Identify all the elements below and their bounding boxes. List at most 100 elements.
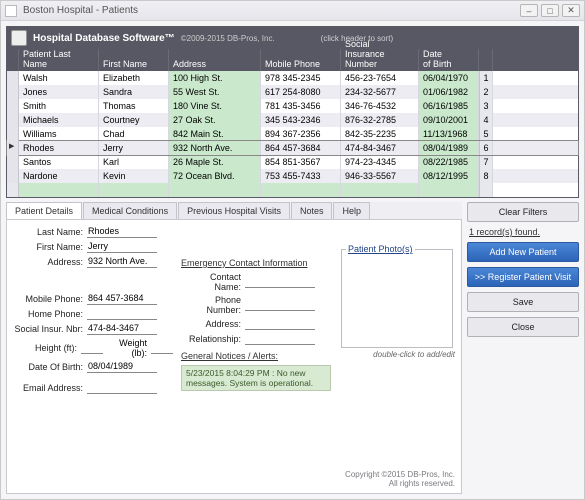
table-row[interactable]: JonesSandra55 West St.617 254-8080234-32… — [7, 85, 578, 99]
cell-last-name[interactable]: Williams — [19, 127, 99, 141]
cell-address[interactable]: 100 High St. — [169, 71, 261, 85]
clear-filters-button[interactable]: Clear Filters — [467, 202, 579, 222]
col-ssn[interactable]: Social Insurance Number — [341, 49, 419, 71]
filter-row[interactable] — [7, 183, 578, 197]
row-selector[interactable] — [7, 155, 19, 169]
cell-address[interactable]: 55 West St. — [169, 85, 261, 99]
cell-dob[interactable]: 06/04/1970 — [419, 71, 479, 85]
save-button[interactable]: Save — [467, 292, 579, 312]
cell-last-name[interactable]: Jones — [19, 85, 99, 99]
cell-ssn[interactable]: 474-84-3467 — [341, 141, 419, 155]
field-height[interactable] — [81, 342, 103, 354]
filter-address[interactable] — [169, 183, 261, 197]
field-phone[interactable] — [245, 299, 315, 311]
table-row[interactable]: MichaelsCourtney27 Oak St.345 543-234687… — [7, 113, 578, 127]
register-visit-button[interactable]: >> Register Patient Visit — [467, 267, 579, 287]
cell-address[interactable]: 27 Oak St. — [169, 113, 261, 127]
cell-mobile[interactable]: 781 435-3456 — [261, 99, 341, 113]
cell-mobile[interactable]: 864 457-3684 — [261, 141, 341, 155]
filter-ssn[interactable] — [341, 183, 419, 197]
field-last-name[interactable]: Rhodes — [87, 226, 157, 238]
cell-dob[interactable]: 08/12/1995 — [419, 169, 479, 183]
col-dob[interactable]: Date of Birth — [419, 49, 479, 71]
minimize-button[interactable]: – — [520, 4, 538, 17]
cell-mobile[interactable]: 753 455-7433 — [261, 169, 341, 183]
table-row[interactable]: WilliamsChad842 Main St.894 367-2356842-… — [7, 127, 578, 141]
cell-ssn[interactable]: 946-33-5567 — [341, 169, 419, 183]
filter-last-name[interactable] — [19, 183, 99, 197]
filter-mobile[interactable] — [261, 183, 341, 197]
cell-dob[interactable]: 06/16/1985 — [419, 99, 479, 113]
col-first-name[interactable]: First Name — [99, 49, 169, 71]
cell-mobile[interactable]: 978 345-2345 — [261, 71, 341, 85]
cell-first-name[interactable]: Thomas — [99, 99, 169, 113]
tab-help[interactable]: Help — [333, 202, 370, 219]
cell-ssn[interactable]: 876-32-2785 — [341, 113, 419, 127]
table-row[interactable]: SmithThomas180 Vine St.781 435-3456346-7… — [7, 99, 578, 113]
filter-first-name[interactable] — [99, 183, 169, 197]
close-button[interactable]: Close — [467, 317, 579, 337]
field-ssn[interactable]: 474-84-3467 — [87, 323, 157, 335]
cell-mobile[interactable]: 617 254-8080 — [261, 85, 341, 99]
field-addr2[interactable] — [245, 318, 315, 330]
cell-mobile[interactable]: 854 851-3567 — [261, 155, 341, 169]
cell-last-name[interactable]: Walsh — [19, 71, 99, 85]
close-window-button[interactable]: ✕ — [562, 4, 580, 17]
row-selector[interactable] — [7, 141, 19, 155]
cell-first-name[interactable]: Sandra — [99, 85, 169, 99]
row-selector[interactable] — [7, 99, 19, 113]
field-address[interactable]: 932 North Ave. — [87, 256, 157, 268]
cell-mobile[interactable]: 894 367-2356 — [261, 127, 341, 141]
cell-dob[interactable]: 08/04/1989 — [419, 141, 479, 155]
cell-dob[interactable]: 08/22/1985 — [419, 155, 479, 169]
table-row[interactable]: NardoneKevin72 Ocean Blvd.753 455-743394… — [7, 169, 578, 183]
cell-first-name[interactable]: Courtney — [99, 113, 169, 127]
cell-dob[interactable]: 01/06/1982 — [419, 85, 479, 99]
row-selector[interactable] — [7, 169, 19, 183]
cell-first-name[interactable]: Elizabeth — [99, 71, 169, 85]
cell-ssn[interactable]: 456-23-7654 — [341, 71, 419, 85]
tab-patient-details[interactable]: Patient Details — [6, 202, 82, 219]
cell-last-name[interactable]: Santos — [19, 155, 99, 169]
add-new-patient-button[interactable]: Add New Patient — [467, 242, 579, 262]
cell-ssn[interactable]: 842-35-2235 — [341, 127, 419, 141]
field-weight[interactable] — [151, 342, 173, 354]
cell-last-name[interactable]: Michaels — [19, 113, 99, 127]
patient-photo[interactable] — [346, 258, 446, 343]
row-selector[interactable] — [7, 113, 19, 127]
cell-address[interactable]: 72 Ocean Blvd. — [169, 169, 261, 183]
row-selector[interactable] — [7, 127, 19, 141]
cell-first-name[interactable]: Karl — [99, 155, 169, 169]
table-row[interactable]: SantosKarl26 Maple St.854 851-3567974-23… — [7, 155, 578, 169]
cell-ssn[interactable]: 346-76-4532 — [341, 99, 419, 113]
field-first-name[interactable]: Jerry — [87, 241, 157, 253]
cell-address[interactable]: 180 Vine St. — [169, 99, 261, 113]
field-email[interactable] — [87, 382, 157, 394]
row-selector[interactable] — [7, 71, 19, 85]
row-selector[interactable] — [7, 85, 19, 99]
cell-last-name[interactable]: Smith — [19, 99, 99, 113]
cell-first-name[interactable]: Jerry — [99, 141, 169, 155]
tab-previous-hospital-visits[interactable]: Previous Hospital Visits — [178, 202, 290, 219]
table-row[interactable]: WalshElizabeth100 High St.978 345-234545… — [7, 71, 578, 85]
cell-first-name[interactable]: Chad — [99, 127, 169, 141]
table-row[interactable]: RhodesJerry932 North Ave.864 457-3684474… — [7, 141, 578, 155]
cell-last-name[interactable]: Rhodes — [19, 141, 99, 155]
cell-address[interactable]: 932 North Ave. — [169, 141, 261, 155]
cell-address[interactable]: 842 Main St. — [169, 127, 261, 141]
field-mobile[interactable]: 864 457-3684 — [87, 293, 157, 305]
field-contact[interactable] — [245, 276, 315, 288]
field-dob[interactable]: 08/04/1989 — [87, 361, 157, 373]
col-last-name[interactable]: Patient Last Name — [19, 49, 99, 71]
maximize-button[interactable]: □ — [541, 4, 559, 17]
cell-last-name[interactable]: Nardone — [19, 169, 99, 183]
cell-ssn[interactable]: 974-23-4345 — [341, 155, 419, 169]
col-mobile[interactable]: Mobile Phone — [261, 49, 341, 71]
tab-notes[interactable]: Notes — [291, 202, 333, 219]
field-rel[interactable] — [245, 333, 315, 345]
cell-dob[interactable]: 11/13/1968 — [419, 127, 479, 141]
cell-address[interactable]: 26 Maple St. — [169, 155, 261, 169]
cell-dob[interactable]: 09/10/2001 — [419, 113, 479, 127]
cell-ssn[interactable]: 234-32-5677 — [341, 85, 419, 99]
field-home[interactable] — [87, 308, 157, 320]
